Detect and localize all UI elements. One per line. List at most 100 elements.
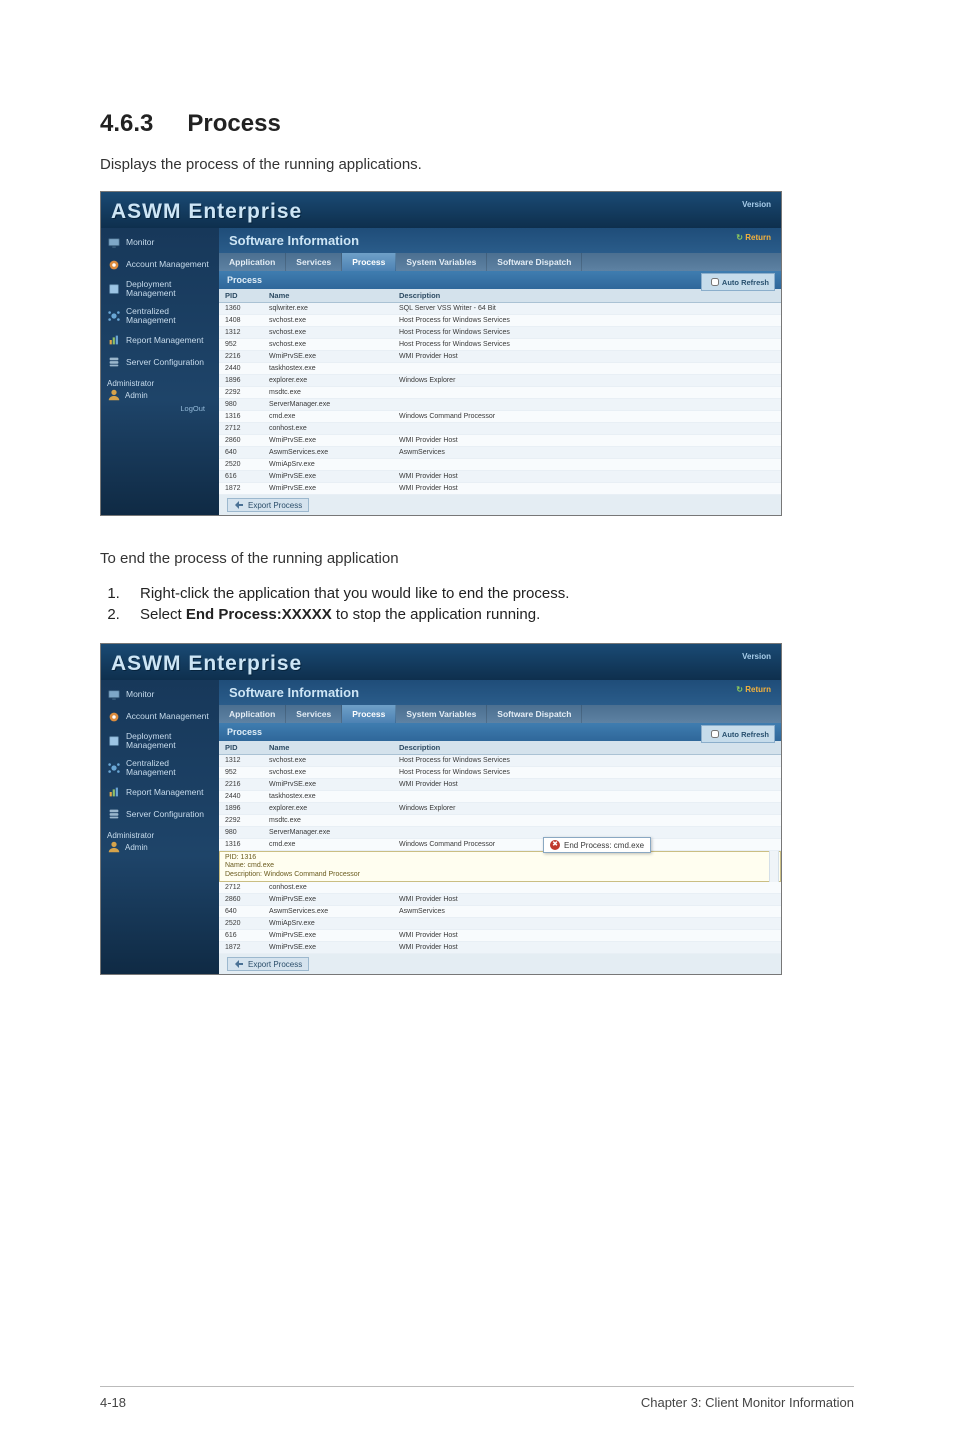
export-process-button[interactable]: Export Process <box>227 498 309 512</box>
column-header-name[interactable]: Name <box>263 741 393 754</box>
cell-description: WMI Provider Host <box>393 435 781 446</box>
table-row[interactable]: 640AswmServices.exeAswmServices <box>219 447 781 459</box>
tab-system-variables[interactable]: System Variables <box>396 705 487 723</box>
export-process-button[interactable]: Export Process <box>227 957 309 971</box>
tab-process[interactable]: Process <box>342 705 396 723</box>
table-row[interactable]: 2292msdtc.exe <box>219 387 781 399</box>
table-row[interactable]: 952svchost.exeHost Process for Windows S… <box>219 339 781 351</box>
table-row[interactable]: 1896explorer.exeWindows Explorer <box>219 803 781 815</box>
sidebar-item-report[interactable]: Report Management <box>101 781 219 803</box>
report-icon <box>107 785 121 799</box>
grid-body: ▴ ▾ 1312svchost.exeHost Process for Wind… <box>219 755 781 954</box>
table-row[interactable]: 2712conhost.exe <box>219 423 781 435</box>
sidebar-item-monitor[interactable]: Monitor <box>101 684 219 706</box>
sidebar-item-monitor[interactable]: Monitor <box>101 232 219 254</box>
auto-refresh-toggle[interactable]: Auto Refresh <box>701 273 775 291</box>
table-row[interactable]: 616WmiPrvSE.exeWMI Provider Host <box>219 471 781 483</box>
cell-description: WMI Provider Host <box>393 351 781 362</box>
return-link[interactable]: Return <box>736 233 771 242</box>
cell-description: WMI Provider Host <box>393 894 781 905</box>
tab-services[interactable]: Services <box>286 705 342 723</box>
section-title-text: Process <box>187 110 280 137</box>
auto-refresh-checkbox[interactable] <box>711 730 719 738</box>
table-row[interactable]: 2216WmiPrvSE.exeWMI Provider Host <box>219 779 781 791</box>
cell-name: WmiApSrv.exe <box>263 918 393 929</box>
column-header-pid[interactable]: PID <box>219 289 263 302</box>
table-row[interactable]: 1872WmiPrvSE.exeWMI Provider Host <box>219 942 781 954</box>
sidebar-item-report[interactable]: Report Management <box>101 329 219 351</box>
sidebar-item-server[interactable]: Server Configuration <box>101 803 219 825</box>
context-menu[interactable]: ✖End Process: cmd.exe <box>543 837 651 853</box>
logout-link[interactable]: LogOut <box>107 402 213 413</box>
table-row[interactable]: 1312svchost.exeHost Process for Windows … <box>219 327 781 339</box>
table-row[interactable]: 616WmiPrvSE.exeWMI Provider Host <box>219 930 781 942</box>
cell-name: svchost.exe <box>263 339 393 350</box>
cell-name: WmiPrvSE.exe <box>263 351 393 362</box>
table-row[interactable]: 2860WmiPrvSE.exeWMI Provider Host <box>219 435 781 447</box>
table-row[interactable]: 2440taskhostex.exe <box>219 791 781 803</box>
cell-description: WMI Provider Host <box>393 471 781 482</box>
sidebar-item-label: Account Management <box>126 712 209 721</box>
user-icon <box>107 388 121 402</box>
table-row[interactable]: 2440taskhostex.exe <box>219 363 781 375</box>
table-row[interactable]: 1316cmd.exeWindows Command Processor✖End… <box>219 839 781 851</box>
central-icon <box>107 761 121 775</box>
auto-refresh-toggle[interactable]: Auto Refresh <box>701 725 775 743</box>
sidebar-item-centralized[interactable]: Centralized Management <box>101 755 219 782</box>
table-row[interactable]: 2292msdtc.exe <box>219 815 781 827</box>
tab-software-dispatch[interactable]: Software Dispatch <box>487 705 582 723</box>
main-title-bar: Software Information Return <box>219 228 781 253</box>
cell-description <box>393 791 781 802</box>
sidebar-item-deployment[interactable]: Deployment Management <box>101 728 219 755</box>
table-row[interactable]: 2216WmiPrvSE.exeWMI Provider Host <box>219 351 781 363</box>
context-menu-item[interactable]: End Process: cmd.exe <box>564 841 644 850</box>
gear-icon <box>107 258 121 272</box>
table-row[interactable]: 2712conhost.exe <box>219 882 781 894</box>
cell-name: taskhostex.exe <box>263 363 393 374</box>
tab-application[interactable]: Application <box>219 705 286 723</box>
cell-pid: 1316 <box>219 411 263 422</box>
auto-refresh-checkbox[interactable] <box>711 278 719 286</box>
version-link[interactable]: Version <box>742 652 771 661</box>
table-row[interactable]: 952svchost.exeHost Process for Windows S… <box>219 767 781 779</box>
sidebar-item-account[interactable]: Account Management <box>101 706 219 728</box>
cell-pid: 952 <box>219 339 263 350</box>
cell-pid: 1408 <box>219 315 263 326</box>
auto-refresh-label: Auto Refresh <box>722 730 769 739</box>
sidebar-item-deployment[interactable]: Deployment Management <box>101 276 219 303</box>
tab-application[interactable]: Application <box>219 253 286 271</box>
table-row[interactable]: 980ServerManager.exe <box>219 827 781 839</box>
tab-services[interactable]: Services <box>286 253 342 271</box>
sidebar-item-server[interactable]: Server Configuration <box>101 351 219 373</box>
export-button-label: Export Process <box>248 501 302 510</box>
app-title: ASWM Enterprise <box>111 200 771 224</box>
table-row[interactable]: 1872WmiPrvSE.exeWMI Provider Host <box>219 483 781 495</box>
return-link[interactable]: Return <box>736 685 771 694</box>
column-header-pid[interactable]: PID <box>219 741 263 754</box>
table-row[interactable]: 1316cmd.exeWindows Command Processor <box>219 411 781 423</box>
table-row[interactable]: 2520WmiApSrv.exe <box>219 918 781 930</box>
tab-software-dispatch[interactable]: Software Dispatch <box>487 253 582 271</box>
table-row[interactable]: 1408svchost.exeHost Process for Windows … <box>219 315 781 327</box>
cell-pid: 640 <box>219 906 263 917</box>
tab-process[interactable]: Process <box>342 253 396 271</box>
table-row[interactable]: 640AswmServices.exeAswmServices <box>219 906 781 918</box>
table-row[interactable]: 2520WmiApSrv.exe <box>219 459 781 471</box>
admin-block: Administrator Admin LogOut <box>101 373 219 415</box>
table-row[interactable]: 1312svchost.exeHost Process for Windows … <box>219 755 781 767</box>
panel-title: Process <box>227 275 262 285</box>
table-row[interactable]: 2860WmiPrvSE.exeWMI Provider Host <box>219 894 781 906</box>
tab-system-variables[interactable]: System Variables <box>396 253 487 271</box>
version-link[interactable]: Version <box>742 200 771 209</box>
sidebar-item-account[interactable]: Account Management <box>101 254 219 276</box>
table-row[interactable]: 980ServerManager.exe <box>219 399 781 411</box>
section-heading: 4.6.3Process <box>100 110 854 138</box>
cell-pid: 1896 <box>219 803 263 814</box>
cell-name: svchost.exe <box>263 327 393 338</box>
sidebar-item-label: Server Configuration <box>126 358 204 367</box>
table-row[interactable]: 1896explorer.exeWindows Explorer <box>219 375 781 387</box>
app-header: ASWM Enterprise Version <box>101 192 781 228</box>
table-row[interactable]: 1360sqlwriter.exeSQL Server VSS Writer -… <box>219 303 781 315</box>
column-header-name[interactable]: Name <box>263 289 393 302</box>
sidebar-item-centralized[interactable]: Centralized Management <box>101 303 219 330</box>
